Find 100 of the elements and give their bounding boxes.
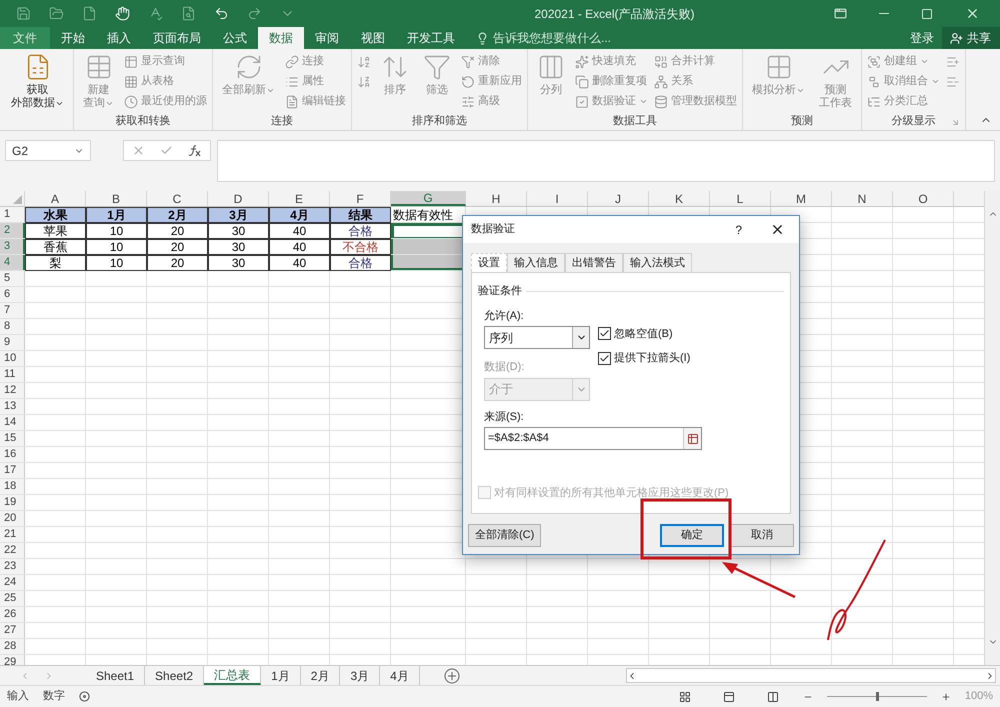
zoom-slider[interactable] <box>826 692 927 702</box>
row-header[interactable]: 23 <box>0 559 25 574</box>
row-header[interactable]: 12 <box>0 383 25 398</box>
row-header[interactable]: 4 <box>0 255 25 270</box>
field-label: 数据(D): <box>484 360 526 375</box>
row-header[interactable]: 18 <box>0 479 25 494</box>
caret-icon <box>931 77 940 86</box>
table-cell: 3月 <box>208 207 269 223</box>
row-header[interactable]: 16 <box>0 447 25 462</box>
row-header[interactable]: 9 <box>0 335 25 350</box>
ribbon-tab[interactable]: 公式 <box>212 27 258 49</box>
share-button[interactable]: 共享 <box>942 27 1000 49</box>
combine-icon <box>654 54 668 68</box>
column-header[interactable]: E <box>269 191 330 206</box>
row-header[interactable]: 24 <box>0 575 25 590</box>
column-header[interactable]: H <box>466 191 527 206</box>
row-header[interactable]: 8 <box>0 319 25 334</box>
ribbon-tab[interactable]: 插入 <box>96 27 142 49</box>
slider-thumb[interactable] <box>876 692 879 701</box>
dialog-tab[interactable]: 设置 <box>471 253 507 272</box>
print-preview-button[interactable] <box>181 6 196 21</box>
column-header[interactable]: L <box>710 191 771 206</box>
group-icon <box>867 54 881 68</box>
caret-icon <box>55 99 64 108</box>
ribbon-tab[interactable]: 页面布局 <box>142 27 212 49</box>
row-header[interactable]: 1 <box>0 207 25 222</box>
ribbon-tab[interactable]: 数据 <box>258 27 304 49</box>
add-sheet-button[interactable] <box>444 666 460 685</box>
ribbon-tab[interactable]: 视图 <box>350 27 396 49</box>
row-header[interactable]: 27 <box>0 623 25 638</box>
redo-button[interactable] <box>247 6 262 21</box>
dialog-button[interactable]: 全部清除(C) <box>468 524 542 547</box>
ribbon-display-icon <box>834 7 847 20</box>
column-header[interactable]: O <box>893 191 954 206</box>
row-header[interactable]: 22 <box>0 543 25 558</box>
dialog-button[interactable]: 取消 <box>730 524 794 547</box>
row-header[interactable]: 21 <box>0 527 25 542</box>
ribbon-display-button[interactable] <box>834 7 847 20</box>
column-header[interactable]: A <box>25 191 86 206</box>
column-header[interactable]: N <box>832 191 893 206</box>
dialog-tab[interactable]: 输入信息 <box>507 253 565 272</box>
column-header[interactable]: B <box>86 191 147 206</box>
table-cell: 合格 <box>330 255 391 271</box>
row-header[interactable]: 3 <box>0 239 25 254</box>
horizontal-scrollbar[interactable] <box>626 668 996 683</box>
checkbox[interactable] <box>598 327 611 340</box>
row-header[interactable]: 28 <box>0 639 25 654</box>
row-header[interactable]: 26 <box>0 607 25 622</box>
formula-input[interactable] <box>217 140 995 182</box>
dialog-tab[interactable]: 输入法模式 <box>623 253 692 272</box>
row-header[interactable]: 11 <box>0 367 25 382</box>
row-header[interactable]: 13 <box>0 399 25 414</box>
row-header[interactable]: 14 <box>0 415 25 430</box>
row-header[interactable]: 5 <box>0 271 25 286</box>
column-header[interactable]: K <box>649 191 710 206</box>
row-header[interactable]: 29 <box>0 655 25 665</box>
undo-button[interactable] <box>214 6 229 21</box>
new-file-button[interactable] <box>82 6 97 21</box>
column-header[interactable]: M <box>771 191 832 206</box>
link-icon <box>285 54 299 68</box>
dialog-tab[interactable]: 出错警告 <box>565 253 623 272</box>
vertical-scrollbar[interactable] <box>984 191 1000 665</box>
name-box[interactable]: G2 <box>5 140 91 161</box>
checkbox[interactable] <box>598 352 611 365</box>
ribbon-tab[interactable]: 开发工具 <box>396 27 466 49</box>
maximize-icon <box>921 8 933 20</box>
row-header[interactable]: 10 <box>0 351 25 366</box>
column-header[interactable]: D <box>208 191 269 206</box>
save-button[interactable] <box>16 6 31 21</box>
dialog-launcher-button[interactable] <box>951 118 960 127</box>
ribbon-button[interactable]: 获取 外部数据 <box>7 51 68 112</box>
row-header[interactable]: 17 <box>0 463 25 478</box>
maximize-button[interactable] <box>921 8 933 20</box>
ribbon-tab[interactable]: 审阅 <box>304 27 350 49</box>
hand-button[interactable] <box>115 6 130 21</box>
help-button[interactable]: ? <box>735 220 742 238</box>
column-header[interactable]: C <box>147 191 208 206</box>
sort-ascending-icon <box>357 54 371 68</box>
dropdown-select[interactable]: 序列 <box>484 326 590 349</box>
row-header[interactable]: 2 <box>0 223 25 238</box>
row-header[interactable]: 15 <box>0 431 25 446</box>
row-header[interactable]: 6 <box>0 287 25 302</box>
sign-in-link[interactable]: 登录 <box>902 27 942 49</box>
tell-me-field[interactable]: 告诉我您想要做什么... <box>466 27 653 49</box>
dialog-button[interactable]: 确定 <box>660 524 724 547</box>
row-header[interactable]: 25 <box>0 591 25 606</box>
close-button[interactable] <box>770 222 785 237</box>
column-header[interactable]: G <box>391 191 466 206</box>
row-header[interactable]: 19 <box>0 495 25 510</box>
ribbon-tab[interactable]: 开始 <box>50 27 96 49</box>
folder-button[interactable] <box>49 6 64 21</box>
sheet-tab[interactable]: 汇总表 <box>204 666 262 685</box>
column-header[interactable]: J <box>588 191 649 206</box>
field-label: 允许(A): <box>484 308 525 324</box>
column-header[interactable]: I <box>527 191 588 206</box>
row-header[interactable]: 7 <box>0 303 25 318</box>
collapse-dialog-button[interactable] <box>683 428 701 449</box>
source-field[interactable]: =$A$2:$A$4 <box>484 427 702 450</box>
filter-icon <box>423 53 451 81</box>
row-header[interactable]: 20 <box>0 511 25 526</box>
